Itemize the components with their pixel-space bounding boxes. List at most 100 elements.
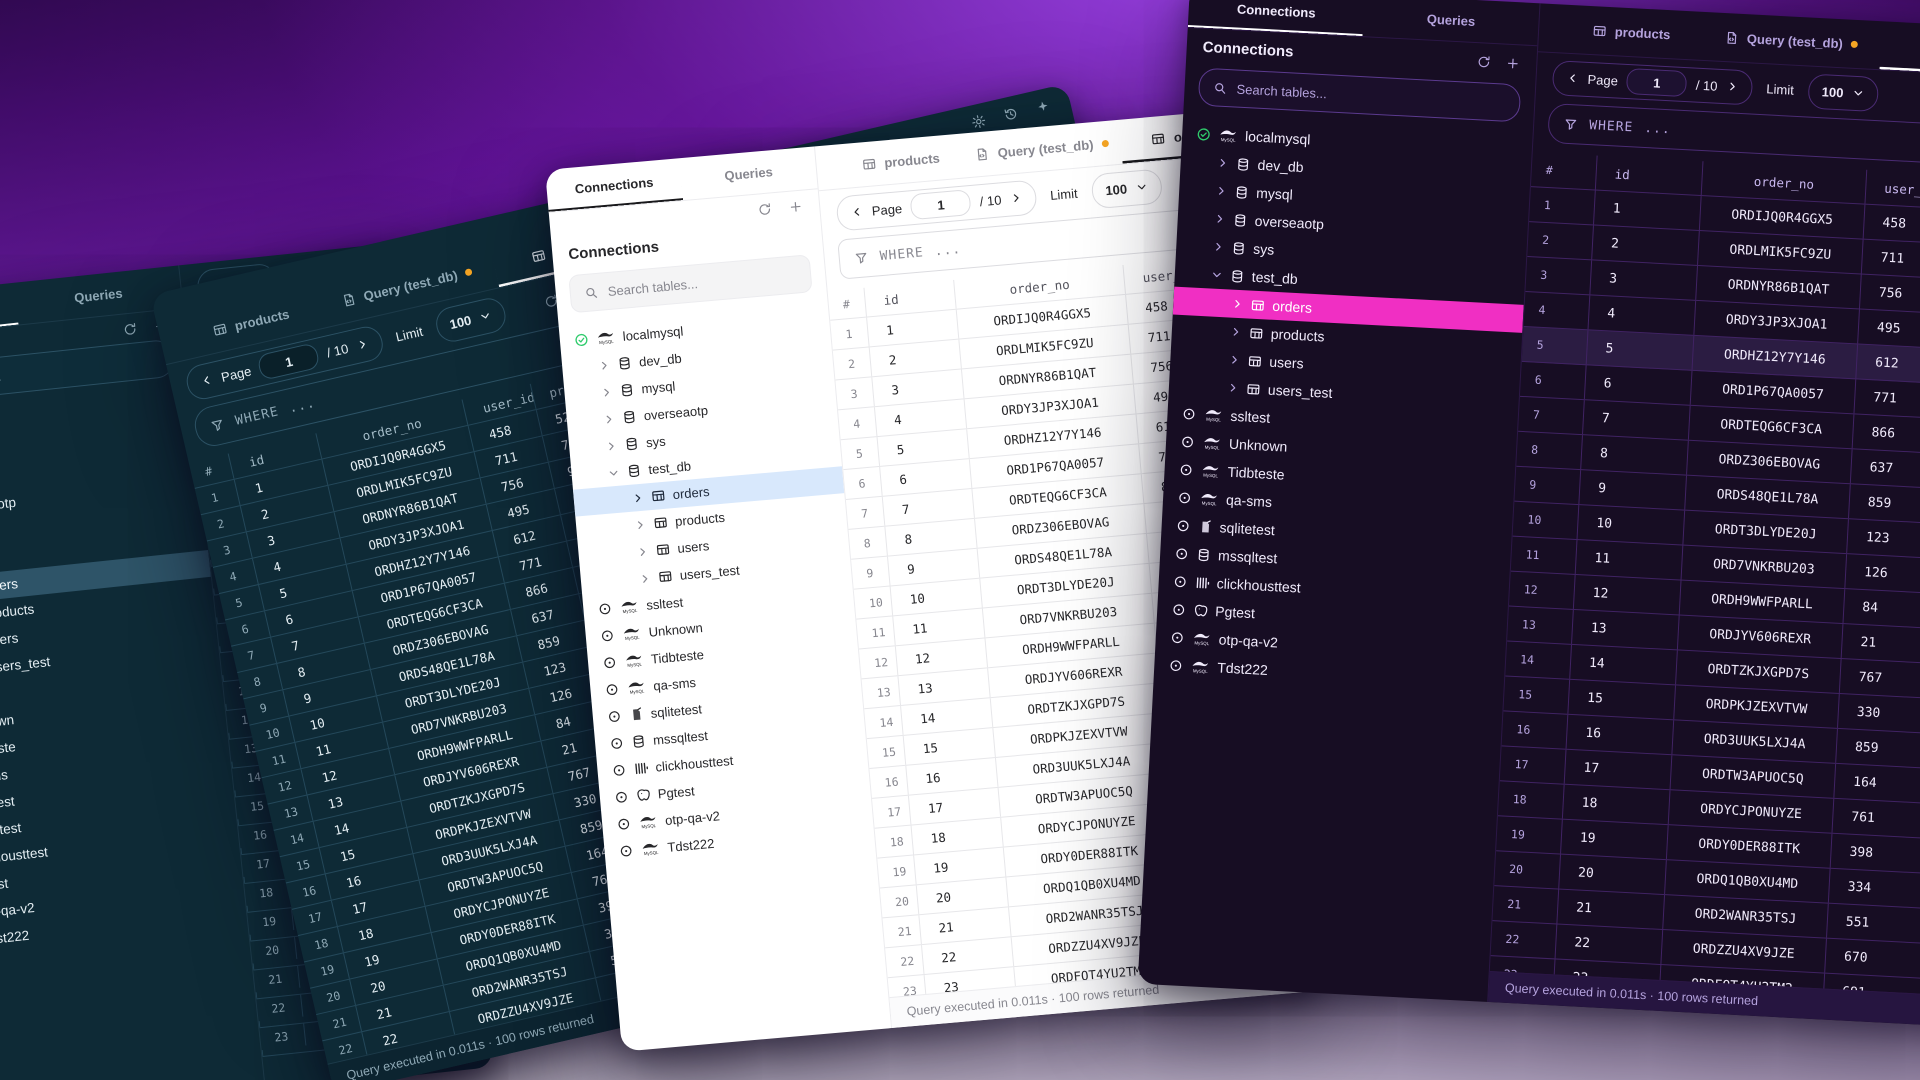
cell-#[interactable]: 9: [1514, 467, 1580, 504]
cell-id[interactable]: 19: [1560, 820, 1668, 860]
chevron-right-icon[interactable]: [1215, 185, 1228, 198]
cell-user_id[interactable]: 495: [1857, 309, 1920, 349]
cell-#[interactable]: 18: [875, 826, 913, 858]
cell-#[interactable]: 15: [867, 736, 905, 768]
cell-user_id[interactable]: 84: [1843, 589, 1920, 629]
tab-query[interactable]: Query (test_db): [1700, 12, 1882, 69]
cell-user_id[interactable]: 398: [1830, 834, 1920, 874]
cell-user_id[interactable]: 866: [1852, 414, 1920, 454]
cell-id[interactable]: 7: [1582, 400, 1690, 440]
cell-#[interactable]: 18: [1498, 781, 1564, 818]
cell-id[interactable]: 14: [1569, 645, 1677, 685]
cell-#[interactable]: 13: [1507, 607, 1573, 644]
limit-select[interactable]: 100: [1090, 168, 1163, 209]
page-number-input[interactable]: 1: [910, 189, 972, 220]
cell-user_id[interactable]: 767: [1839, 659, 1920, 699]
chevron-right-icon[interactable]: [1230, 326, 1243, 339]
chevron-right-icon[interactable]: [605, 439, 618, 452]
cell-user_id[interactable]: 123: [1846, 519, 1920, 559]
prev-page-icon[interactable]: [1566, 72, 1579, 85]
cell-id[interactable]: 8: [1580, 435, 1688, 475]
cell-#[interactable]: 8: [1516, 432, 1582, 469]
tab-products[interactable]: products: [1560, 5, 1702, 60]
prev-page-icon[interactable]: [850, 205, 863, 218]
cell-#[interactable]: 7: [1518, 397, 1584, 434]
cell-#[interactable]: 17: [1500, 746, 1566, 783]
chevron-right-icon[interactable]: [1216, 157, 1229, 170]
column-header-user_id[interactable]: user_id: [1864, 170, 1920, 210]
cell-#[interactable]: 12: [859, 646, 897, 678]
cell-#[interactable]: 14: [1505, 641, 1571, 678]
cell-#[interactable]: 15: [1503, 676, 1569, 713]
chevron-down-icon[interactable]: [607, 466, 620, 479]
cell-id[interactable]: 20: [1558, 855, 1666, 895]
column-header-#[interactable]: #: [1531, 152, 1597, 189]
cell-id[interactable]: 15: [1567, 680, 1675, 720]
settings-icon[interactable]: [970, 113, 988, 131]
cell-#[interactable]: 21: [883, 915, 921, 947]
cell-id[interactable]: 18: [1562, 785, 1670, 825]
chevron-right-icon[interactable]: [600, 385, 613, 398]
cell-#[interactable]: 20: [880, 885, 918, 917]
next-page-icon[interactable]: [355, 337, 369, 351]
cell-user_id[interactable]: 458: [1863, 205, 1920, 245]
cell-#[interactable]: 17: [872, 796, 910, 828]
column-header-id[interactable]: id: [1595, 156, 1703, 196]
chevron-right-icon[interactable]: [631, 491, 644, 504]
cell-#[interactable]: 19: [877, 856, 915, 888]
cell-#[interactable]: 11: [1511, 537, 1577, 574]
limit-select[interactable]: 100: [1807, 73, 1879, 112]
cell-user_id[interactable]: 612: [1855, 344, 1920, 384]
chevron-right-icon[interactable]: [602, 412, 615, 425]
cell-#[interactable]: 9: [851, 557, 889, 589]
cell-user_id[interactable]: 164: [1833, 764, 1920, 804]
chevron-right-icon[interactable]: [1213, 213, 1226, 226]
cell-id[interactable]: 5: [1586, 330, 1694, 370]
add-connection-icon[interactable]: [788, 199, 804, 215]
page-number-input[interactable]: 1: [1626, 68, 1687, 97]
cell-id[interactable]: 10: [1577, 505, 1685, 545]
page-pill[interactable]: Page 1 / 10: [835, 179, 1037, 231]
cell-id[interactable]: 2: [1591, 225, 1699, 265]
cell-#[interactable]: 20: [1494, 851, 1560, 888]
cell-id[interactable]: 4: [1588, 295, 1696, 335]
cell-user_id[interactable]: 670: [1824, 939, 1920, 979]
tab-orders[interactable]: orders: [1880, 21, 1920, 76]
cell-#[interactable]: 11: [856, 616, 894, 648]
cell-id[interactable]: 16: [1566, 715, 1674, 755]
cell-id[interactable]: 21: [1556, 890, 1664, 930]
chevron-right-icon[interactable]: [1212, 241, 1225, 254]
cell-user_id[interactable]: 637: [1850, 449, 1920, 489]
cell-id[interactable]: 1: [1593, 190, 1701, 230]
cell-user_id[interactable]: 859: [1835, 729, 1920, 769]
cell-#[interactable]: 21: [1492, 886, 1558, 923]
cell-id[interactable]: 3: [1589, 260, 1697, 300]
cell-#[interactable]: 10: [854, 587, 892, 619]
history-icon[interactable]: [1002, 105, 1020, 123]
cell-user_id[interactable]: 711: [1861, 240, 1920, 280]
cell-id[interactable]: 11: [1575, 540, 1683, 580]
cell-#[interactable]: 1: [1529, 187, 1595, 224]
cell-#[interactable]: 8: [849, 527, 887, 559]
column-header-#[interactable]: #: [828, 288, 866, 320]
cell-#[interactable]: 4: [838, 407, 876, 439]
chevron-right-icon[interactable]: [598, 359, 611, 372]
cell-#[interactable]: 6: [843, 467, 881, 499]
cell-user_id[interactable]: 761: [1832, 799, 1920, 839]
cell-id[interactable]: 9: [1578, 470, 1686, 510]
refresh-icon[interactable]: [757, 201, 773, 217]
cell-#[interactable]: 6: [1520, 362, 1586, 399]
add-connection-icon[interactable]: [1505, 56, 1521, 72]
limit-select[interactable]: 100: [432, 295, 509, 345]
cell-#[interactable]: 7: [846, 497, 884, 529]
cell-#[interactable]: 3: [1525, 257, 1591, 294]
cell-#[interactable]: 3: [835, 377, 873, 409]
cell-#[interactable]: 22: [885, 945, 923, 977]
cell-id[interactable]: 17: [1564, 750, 1672, 790]
cell-id[interactable]: 13: [1571, 610, 1679, 650]
page-number-input[interactable]: 1: [257, 342, 321, 381]
cell-#[interactable]: 5: [841, 437, 879, 469]
next-page-icon[interactable]: [1010, 192, 1023, 205]
chevron-right-icon[interactable]: [1231, 298, 1244, 311]
cell-user_id[interactable]: 330: [1837, 694, 1920, 734]
